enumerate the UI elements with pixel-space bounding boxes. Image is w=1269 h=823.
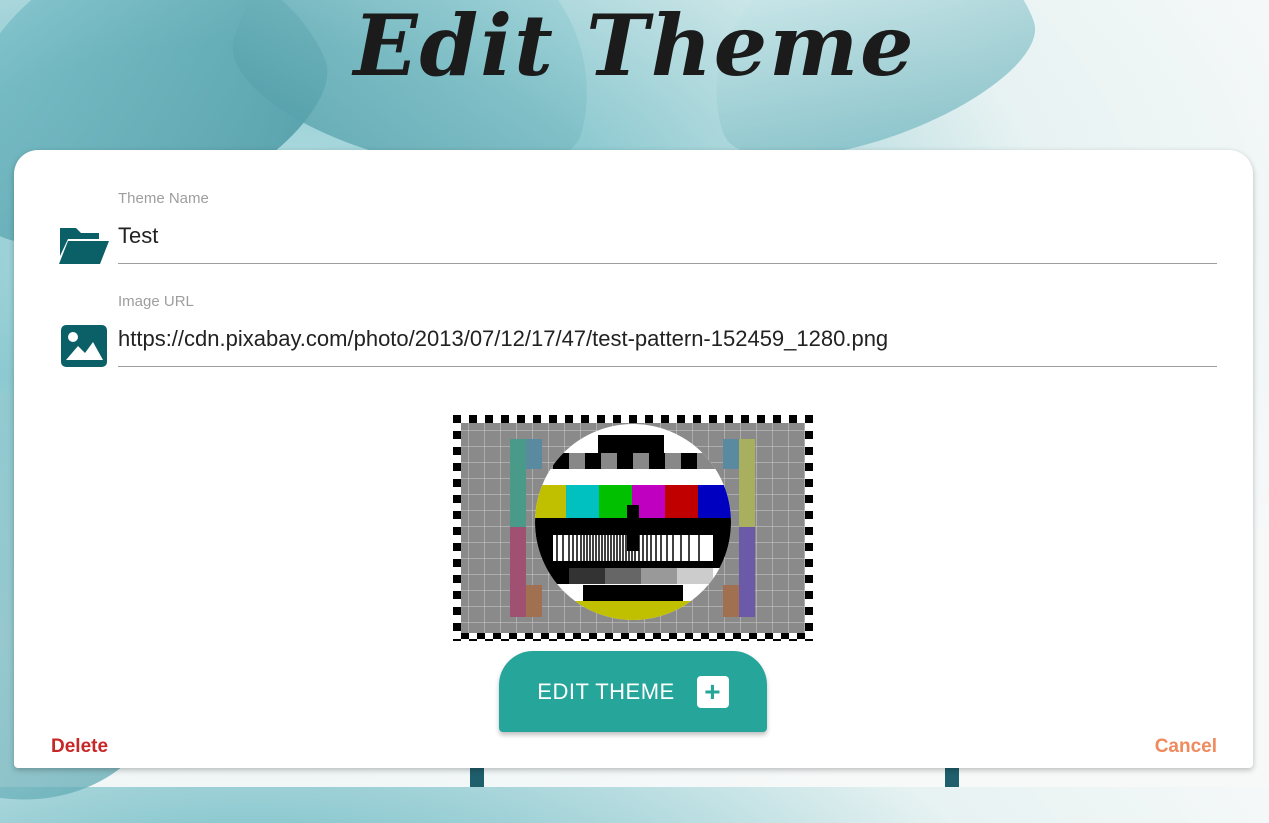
- image-url-field[interactable]: Image URL https://cdn.pixabay.com/photo/…: [118, 293, 1217, 367]
- image-icon: [61, 325, 107, 367]
- image-url-label: Image URL: [118, 293, 194, 310]
- delete-button[interactable]: Delete: [51, 736, 108, 758]
- plus-icon: +: [696, 675, 729, 708]
- cancel-button[interactable]: Cancel: [1155, 736, 1217, 758]
- edit-theme-button-label: EDIT THEME: [537, 678, 675, 704]
- theme-name-label: Theme Name: [118, 190, 209, 207]
- theme-image-preview: [453, 415, 813, 641]
- page-title: Edit Theme: [353, 0, 916, 95]
- theme-name-underline: [118, 263, 1217, 264]
- edit-theme-card: Theme Name Test Image URL https://cdn.pi…: [14, 150, 1253, 768]
- image-url-input[interactable]: https://cdn.pixabay.com/photo/2013/07/12…: [118, 326, 1217, 352]
- edit-theme-button[interactable]: EDIT THEME +: [499, 651, 767, 732]
- folder-open-icon: [59, 228, 109, 264]
- image-url-underline: [118, 366, 1217, 367]
- theme-name-field[interactable]: Theme Name Test: [118, 190, 1217, 264]
- theme-name-input[interactable]: Test: [118, 223, 1217, 249]
